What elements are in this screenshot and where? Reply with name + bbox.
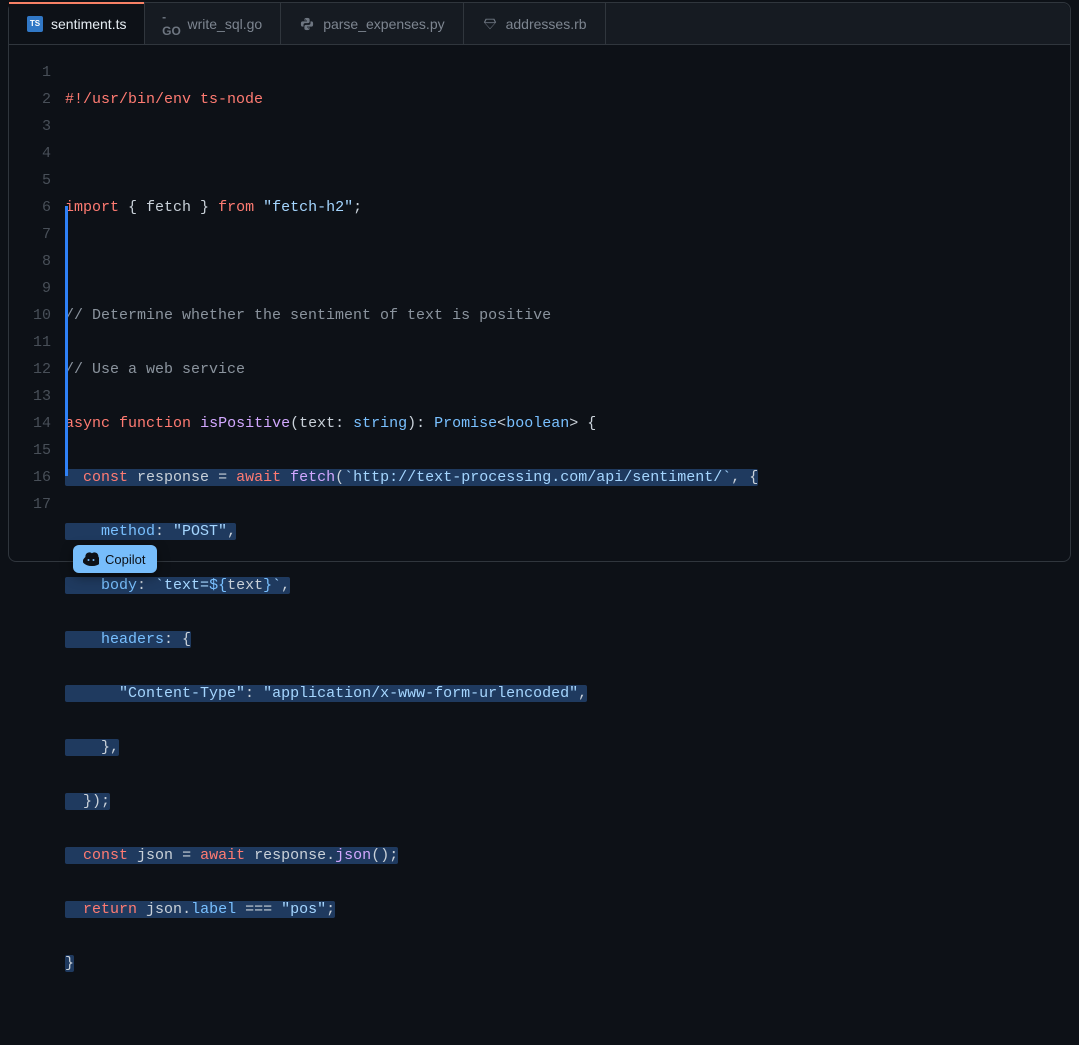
shebang: #!/usr/bin/env ts-node bbox=[65, 91, 263, 108]
line-number: 12 bbox=[9, 356, 51, 383]
line-number: 10 bbox=[9, 302, 51, 329]
line-number: 3 bbox=[9, 113, 51, 140]
pos-string: "pos" bbox=[281, 901, 326, 918]
return-keyword: return bbox=[83, 901, 137, 918]
interp-close: } bbox=[263, 577, 272, 594]
line-number: 7 bbox=[9, 221, 51, 248]
line-number: 9 bbox=[9, 275, 51, 302]
copilot-badge[interactable]: Copilot bbox=[73, 545, 157, 573]
await-keyword: await bbox=[200, 847, 245, 864]
line-number: 4 bbox=[9, 140, 51, 167]
tab-addresses-rb[interactable]: addresses.rb bbox=[464, 3, 606, 44]
tab-label: parse_expenses.py bbox=[323, 16, 444, 32]
param-type: string bbox=[353, 415, 407, 432]
import-module: "fetch-h2" bbox=[263, 199, 353, 216]
tab-label: write_sql.go bbox=[187, 16, 262, 32]
line-number: 15 bbox=[9, 437, 51, 464]
go-icon: -GO bbox=[163, 16, 179, 32]
function-name: isPositive bbox=[200, 415, 290, 432]
fetch-url: `http://text-processing.com/api/sentimen… bbox=[344, 469, 731, 486]
body-value-close: ` bbox=[272, 577, 281, 594]
tab-label: sentiment.ts bbox=[51, 16, 126, 32]
line-number: 14 bbox=[9, 410, 51, 437]
content-type-value: "application/x-www-form-urlencoded" bbox=[263, 685, 578, 702]
tab-parse-expenses-py[interactable]: parse_expenses.py bbox=[281, 3, 463, 44]
tabs-bar: TS sentiment.ts -GO write_sql.go parse_e… bbox=[9, 3, 1070, 45]
headers-key: headers bbox=[101, 631, 164, 648]
const-keyword: const bbox=[83, 469, 128, 486]
code-content[interactable]: #!/usr/bin/env ts-node import { fetch } … bbox=[65, 59, 1070, 1031]
return-type: Promise bbox=[434, 415, 497, 432]
typescript-icon: TS bbox=[27, 16, 43, 32]
json-call: json bbox=[335, 847, 371, 864]
import-names: { fetch } bbox=[128, 199, 209, 216]
line-number: 5 bbox=[9, 167, 51, 194]
eq-op: === bbox=[245, 901, 272, 918]
body-value-open: `text= bbox=[155, 577, 209, 594]
interp-var: text bbox=[227, 577, 263, 594]
const-keyword: const bbox=[83, 847, 128, 864]
copilot-label: Copilot bbox=[105, 552, 145, 567]
line-number-gutter: 1 2 3 4 5 6 7 8 9 10 11 12 13 14 15 16 1… bbox=[9, 59, 65, 1031]
fetch-call: fetch bbox=[290, 469, 335, 486]
code-area[interactable]: 1 2 3 4 5 6 7 8 9 10 11 12 13 14 15 16 1… bbox=[9, 45, 1070, 1045]
comment: // Determine whether the sentiment of te… bbox=[65, 307, 551, 324]
tab-write-sql-go[interactable]: -GO write_sql.go bbox=[145, 3, 281, 44]
tab-label: addresses.rb bbox=[506, 16, 587, 32]
copilot-icon bbox=[83, 551, 99, 567]
tab-sentiment-ts[interactable]: TS sentiment.ts bbox=[9, 3, 145, 44]
label-prop: label bbox=[191, 901, 236, 918]
content-type-key: "Content-Type" bbox=[119, 685, 245, 702]
body-key: body bbox=[101, 577, 137, 594]
ruby-icon bbox=[482, 16, 498, 32]
json-var: json bbox=[137, 847, 173, 864]
editor-window: TS sentiment.ts -GO write_sql.go parse_e… bbox=[8, 2, 1071, 562]
line-number: 16 bbox=[9, 464, 51, 491]
await-keyword: await bbox=[236, 469, 281, 486]
line-number: 2 bbox=[9, 86, 51, 113]
comment: // Use a web service bbox=[65, 361, 245, 378]
async-keyword: async bbox=[65, 415, 110, 432]
line-number: 13 bbox=[9, 383, 51, 410]
method-key: method bbox=[101, 523, 155, 540]
line-number: 8 bbox=[9, 248, 51, 275]
python-icon bbox=[299, 16, 315, 32]
param-name: text bbox=[299, 415, 335, 432]
highlight-gutter-bar bbox=[65, 206, 68, 476]
line-number: 1 bbox=[9, 59, 51, 86]
interp-open: ${ bbox=[209, 577, 227, 594]
line-number: 11 bbox=[9, 329, 51, 356]
import-keyword: import bbox=[65, 199, 119, 216]
line-number: 17 bbox=[9, 491, 51, 518]
function-keyword: function bbox=[119, 415, 191, 432]
response-var: response bbox=[137, 469, 209, 486]
return-type-inner: boolean bbox=[506, 415, 569, 432]
line-number: 6 bbox=[9, 194, 51, 221]
method-value: "POST" bbox=[173, 523, 227, 540]
from-keyword: from bbox=[218, 199, 254, 216]
